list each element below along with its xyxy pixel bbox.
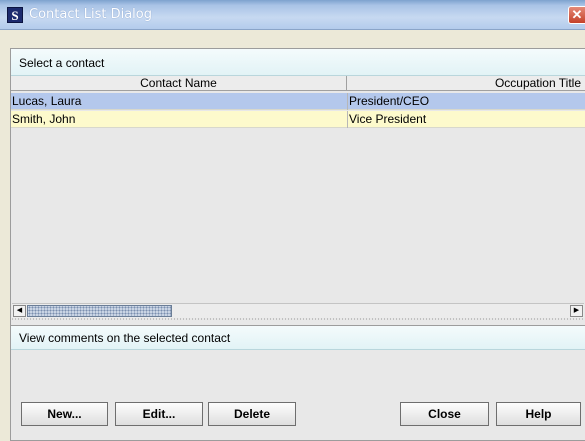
title-bar: S Contact List Dialog ✕ [0, 0, 585, 30]
scroll-left-icon[interactable]: ◀ [13, 305, 26, 317]
delete-button[interactable]: Delete [208, 402, 296, 426]
contacts-panel-header: Select a contact [11, 49, 585, 76]
edit-button[interactable]: Edit... [115, 402, 203, 426]
comments-text-area[interactable] [11, 350, 585, 440]
column-header-occupation-title[interactable]: Occupation Title [347, 76, 585, 91]
comments-panel-title: View comments on the selected contact [19, 331, 231, 345]
scroll-right-icon[interactable]: ▶ [570, 305, 583, 317]
column-header-contact-name[interactable]: Contact Name [11, 76, 347, 91]
window-close-button[interactable]: ✕ [568, 6, 585, 24]
contact-name-cell: Smith, John [12, 112, 76, 126]
contact-row[interactable]: Lucas, Laura President/CEO [11, 93, 585, 110]
window-title: Contact List Dialog [29, 7, 152, 22]
occupation-title-cell: President/CEO [347, 93, 585, 110]
occupation-title-cell: Vice President [347, 111, 585, 128]
contact-row[interactable]: Smith, John Vice President [11, 111, 585, 128]
splitter-divider[interactable] [11, 318, 585, 320]
scrollbar-thumb[interactable] [27, 305, 172, 317]
contact-name-cell: Lucas, Laura [12, 94, 82, 108]
app-logo-icon: S [7, 7, 23, 23]
contacts-panel-title: Select a contact [19, 56, 105, 70]
horizontal-scrollbar[interactable]: ◀ ▶ [12, 303, 584, 318]
comments-panel-header: View comments on the selected contact [11, 326, 585, 350]
close-button[interactable]: Close [400, 402, 489, 426]
help-button[interactable]: Help [496, 402, 581, 426]
new-button[interactable]: New... [21, 402, 108, 426]
contacts-panel: Select a contact Contact Name Occupation… [10, 48, 585, 441]
